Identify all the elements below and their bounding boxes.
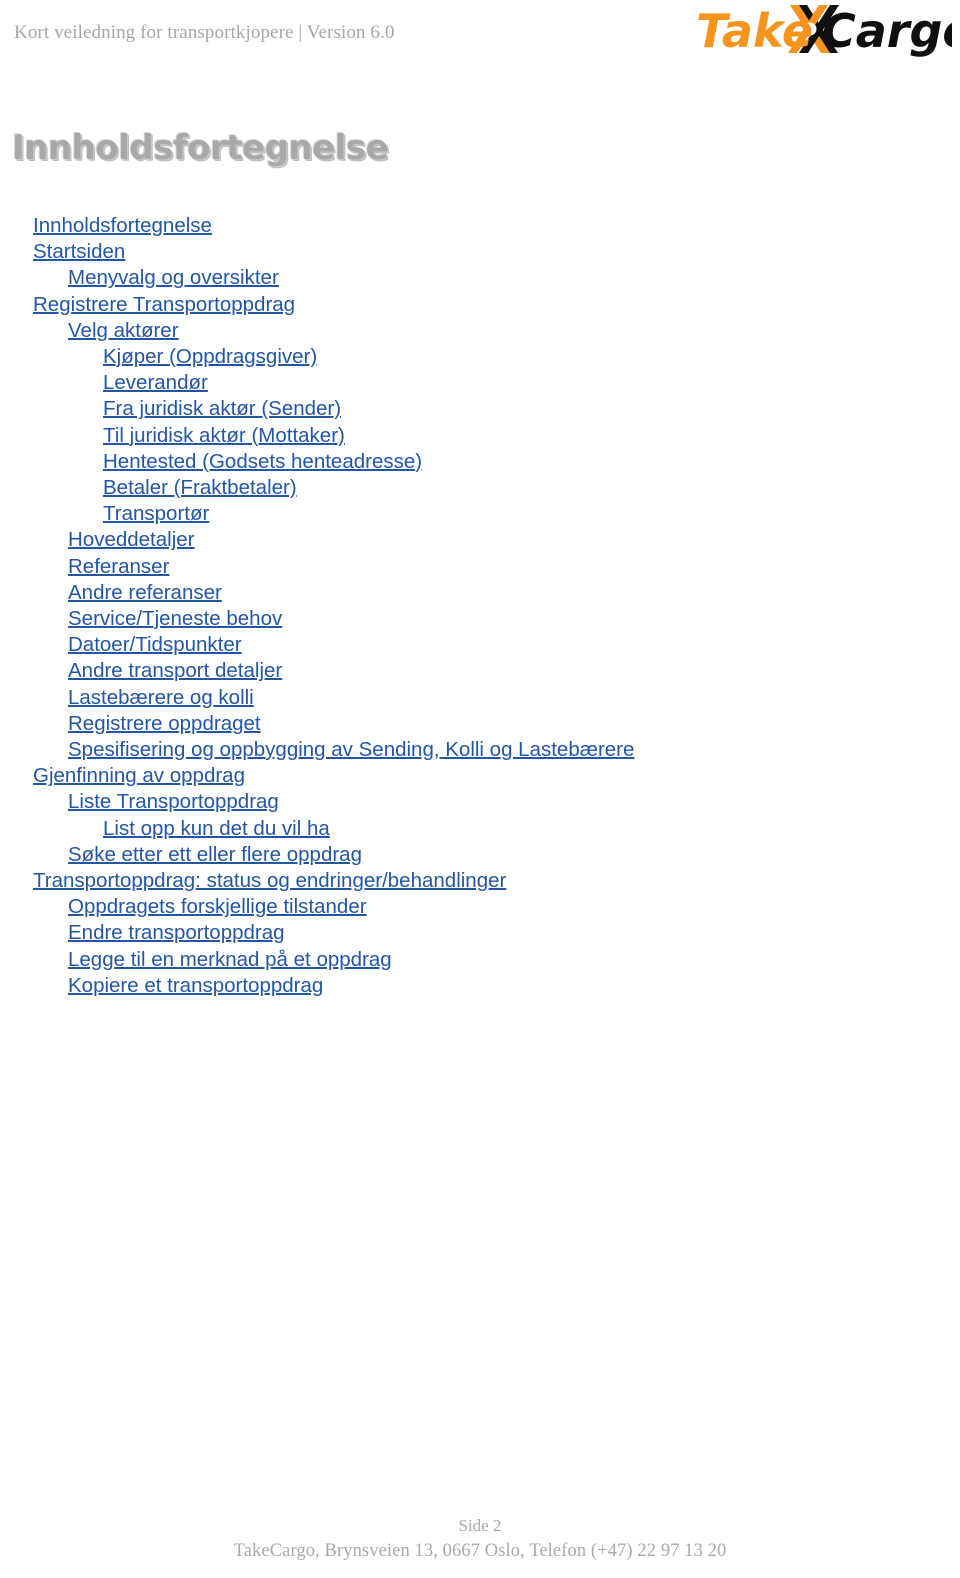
takecargo-logo: Take Cargo [694,2,952,58]
footer-company-address: TakeCargo, Brynsveien 13, 0667 Oslo, Tel… [233,1541,727,1561]
toc-entry[interactable]: Gjenfinning av oppdrag [33,763,245,789]
toc-entry[interactable]: Til juridisk aktør (Mottaker) [103,423,345,449]
toc-entry[interactable]: Betaler (Fraktbetaler) [103,475,297,501]
toc-entry[interactable]: Hentested (Godsets henteadresse) [103,449,422,475]
toc-entry[interactable]: Fra juridisk aktør (Sender) [103,396,341,422]
table-of-contents: Innholdsfortegnelse Startsiden Menyvalg og… [0,213,960,999]
page-title: Innholdsfortegnelse [12,128,389,168]
toc-entry[interactable]: Legge til en merknad på et oppdrag [68,947,392,973]
toc-entry[interactable]: Hoveddetaljer [68,527,195,553]
toc-entry[interactable]: Andre referanser [68,580,222,606]
page-footer: Side 2 TakeCargo, Brynsveien 13, 0667 Os… [0,1514,960,1564]
svg-text:Take: Take [696,4,813,58]
toc-entry[interactable]: Service/Tjeneste behov [68,606,282,632]
svg-text:Cargo: Cargo [822,4,952,58]
toc-entry[interactable]: Liste Transportoppdrag [68,789,279,815]
toc-entry[interactable]: Oppdragets forskjellige tilstander [68,894,367,920]
toc-entry[interactable]: Registrere oppdraget [68,711,261,737]
header-document-title: Kort veiledning for transportkjopere | V… [14,22,395,43]
toc-entry[interactable]: Transportør [103,501,209,527]
toc-entry[interactable]: Innholdsfortegnelse [33,213,212,239]
toc-entry[interactable]: Lastebærere og kolli [68,685,254,711]
toc-entry[interactable]: Kjøper (Oppdragsgiver) [103,344,317,370]
toc-entry[interactable]: Startsiden [33,239,125,265]
toc-entry[interactable]: Velg aktører [68,318,179,344]
toc-entry[interactable]: Spesifisering og oppbygging av Sending, … [68,737,634,763]
toc-entry[interactable]: Søke etter ett eller flere oppdrag [68,842,362,868]
toc-entry[interactable]: Andre transport detaljer [68,658,282,684]
toc-entry[interactable]: Referanser [68,554,169,580]
toc-entry[interactable]: Endre transportoppdrag [68,920,285,946]
toc-entry[interactable]: Transportoppdrag: status og endringer/be… [33,868,506,894]
page-header: Kort veiledning for transportkjopere | V… [0,0,960,70]
toc-entry[interactable]: Datoer/Tidspunkter [68,632,242,658]
toc-entry[interactable]: Leverandør [103,370,208,396]
toc-entry[interactable]: Kopiere et transportoppdrag [68,973,323,999]
toc-entry[interactable]: Menyvalg og oversikter [68,265,279,291]
toc-entry[interactable]: List opp kun det du vil ha [103,816,330,842]
toc-entry[interactable]: Registrere Transportoppdrag [33,292,295,318]
footer-page-number: Side 2 [458,1516,502,1535]
